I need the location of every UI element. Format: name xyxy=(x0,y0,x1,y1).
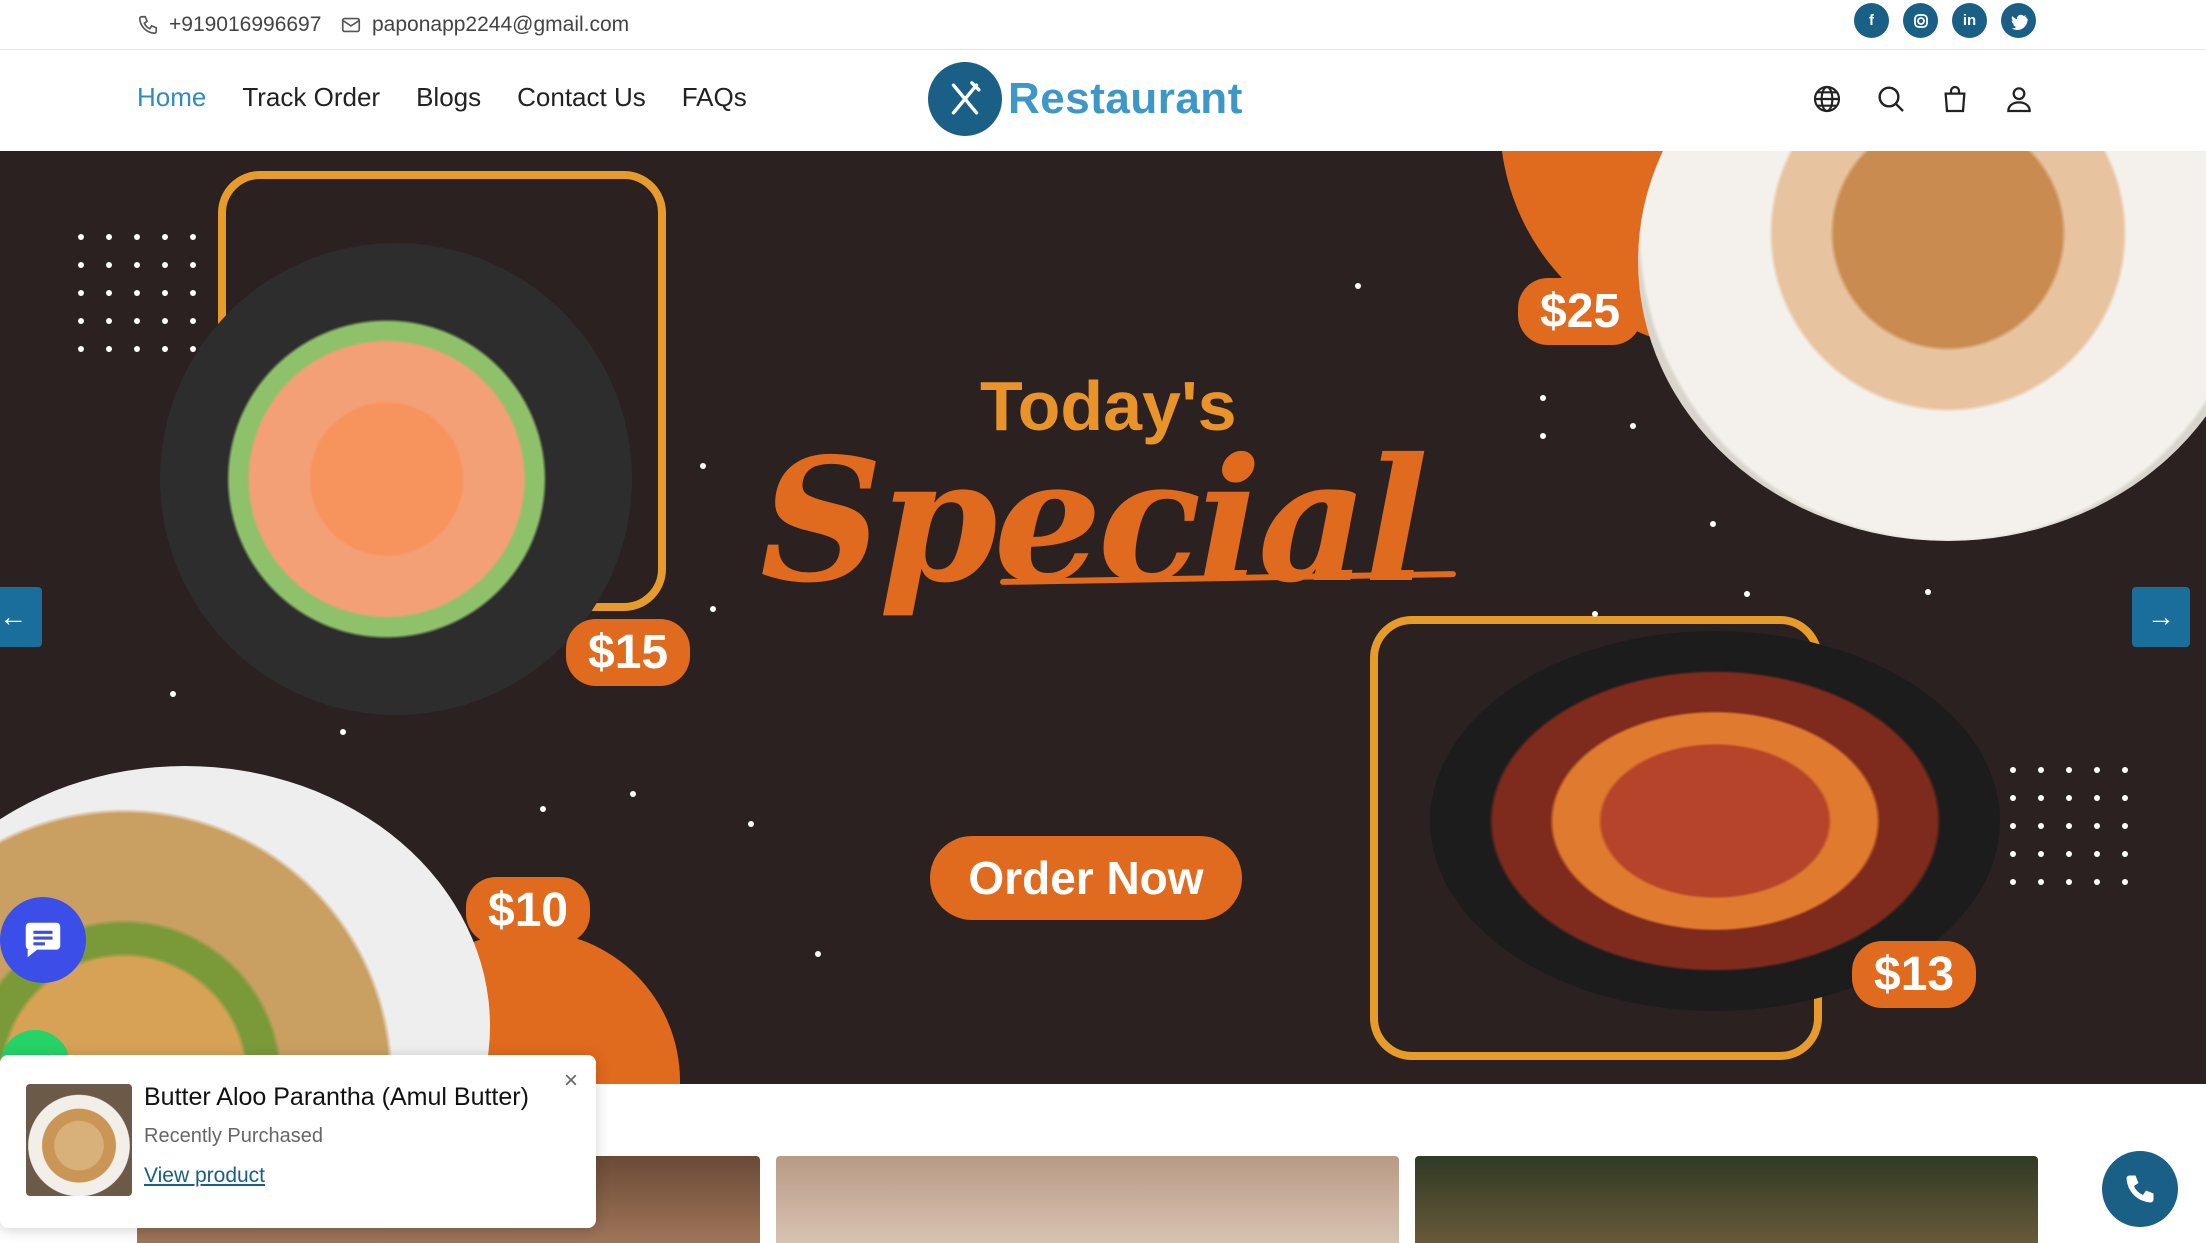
call-button[interactable] xyxy=(2102,1151,2178,1227)
top-bar: +919016996697 paponapp2244@gmail.com f i… xyxy=(0,0,2206,50)
globe-icon[interactable] xyxy=(1810,82,1844,116)
decor-dot xyxy=(748,821,754,827)
decor-dot xyxy=(540,806,546,812)
nav-icons xyxy=(1810,82,2036,116)
nav-track-order[interactable]: Track Order xyxy=(242,82,380,113)
phone-number: +919016996697 xyxy=(169,13,322,36)
price-salmon: $15 xyxy=(566,619,691,686)
chat-icon xyxy=(25,922,61,958)
decor-dot xyxy=(630,791,636,797)
dot-grid-left xyxy=(78,234,196,352)
view-product-link[interactable]: View product xyxy=(144,1164,265,1188)
nav-faqs[interactable]: FAQs xyxy=(682,82,747,113)
purchase-status: Recently Purchased xyxy=(144,1125,323,1147)
main-nav: Home Track Order Blogs Contact Us FAQs R… xyxy=(0,50,2206,150)
facebook-icon[interactable]: f xyxy=(1854,3,1889,38)
twitter-icon[interactable] xyxy=(2001,3,2036,38)
decor-dot xyxy=(1630,423,1636,429)
decor-dot xyxy=(710,606,716,612)
decor-dot xyxy=(1540,395,1546,401)
card-image[interactable] xyxy=(776,1156,1399,1243)
order-now-button[interactable]: Order Now xyxy=(930,836,1242,920)
logo[interactable]: Restaurant xyxy=(928,62,1243,136)
bag-icon[interactable] xyxy=(1938,82,1972,116)
mail-icon xyxy=(341,17,361,33)
decor-dot xyxy=(1744,591,1750,597)
decor-dot xyxy=(170,691,176,697)
price-meat: $13 xyxy=(1852,941,1977,1008)
social-links: f in xyxy=(1854,3,2036,38)
hero-heading-script: Special xyxy=(760,421,1429,621)
arrow-left-icon: ← xyxy=(0,601,27,632)
card-image[interactable] xyxy=(1415,1156,2038,1243)
salmon-bowl-image xyxy=(160,243,632,715)
nav-blogs[interactable]: Blogs xyxy=(416,82,481,113)
phone-icon xyxy=(2126,1175,2154,1203)
decor-dot xyxy=(1710,521,1716,527)
user-icon[interactable] xyxy=(2002,82,2036,116)
linkedin-icon[interactable]: in xyxy=(1952,3,1987,38)
product-title: Butter Aloo Parantha (Amul Butter) xyxy=(144,1083,529,1111)
recent-purchase-popup: Butter Aloo Parantha (Amul Butter) Recen… xyxy=(0,1055,596,1228)
hero-banner: $15 $25 $10 $13 Today's Special Order No… xyxy=(0,151,2206,1084)
phone-icon xyxy=(138,15,158,35)
nav-links: Home Track Order Blogs Contact Us FAQs xyxy=(137,82,747,113)
product-thumbnail[interactable] xyxy=(26,1084,132,1196)
email-address: paponapp2244@gmail.com xyxy=(372,13,630,36)
logo-text: Restaurant xyxy=(1008,74,1243,123)
instagram-icon[interactable] xyxy=(1903,3,1938,38)
carousel-prev-button[interactable]: ← xyxy=(0,587,42,647)
phone-contact[interactable]: +919016996697 xyxy=(137,8,321,42)
decor-dot xyxy=(1592,611,1598,617)
decor-dot xyxy=(1540,433,1546,439)
search-icon[interactable] xyxy=(1874,82,1908,116)
nav-home[interactable]: Home xyxy=(137,82,206,113)
cutlery-icon xyxy=(928,62,1002,136)
decor-dot xyxy=(1925,589,1931,595)
decor-dot xyxy=(700,463,706,469)
dot-grid-right xyxy=(2010,767,2128,885)
decor-dot xyxy=(815,951,821,957)
price-roast: $25 xyxy=(1518,278,1643,345)
nav-contact-us[interactable]: Contact Us xyxy=(517,82,646,113)
decor-dot xyxy=(340,729,346,735)
carousel-next-button[interactable]: → xyxy=(2132,587,2190,647)
price-noodles: $10 xyxy=(466,877,591,944)
email-contact[interactable]: paponapp2244@gmail.com xyxy=(340,8,629,42)
close-icon[interactable]: × xyxy=(564,1067,578,1095)
roast-plate-image xyxy=(1638,151,2206,541)
decor-dot xyxy=(1355,283,1361,289)
arrow-right-icon: → xyxy=(2147,601,2175,632)
chat-button[interactable] xyxy=(0,897,86,983)
